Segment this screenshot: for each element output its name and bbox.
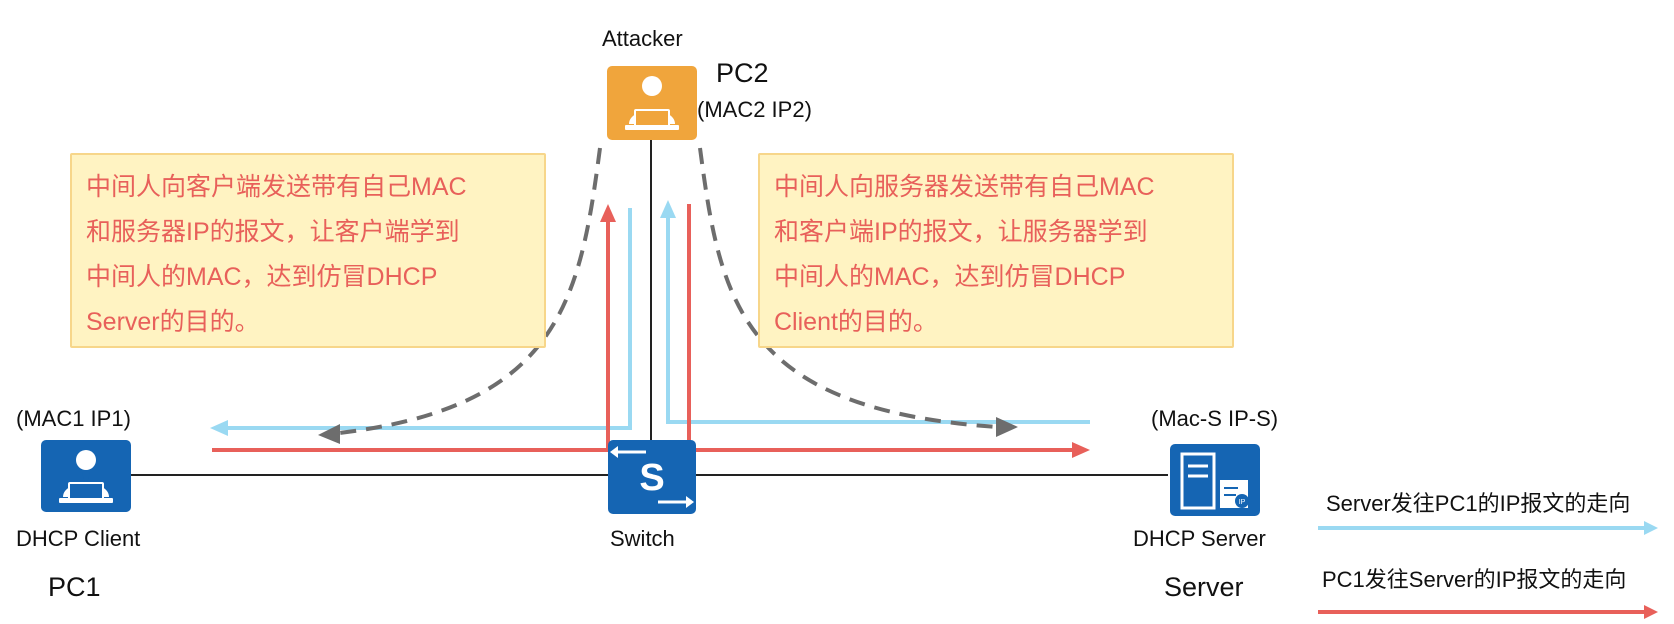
attacker-label: Attacker xyxy=(602,26,683,51)
note-left-line: 中间人向客户端发送带有自己MAC xyxy=(86,173,467,201)
server-icon: IP xyxy=(1170,444,1260,516)
pc2-label: PC2 xyxy=(716,58,769,88)
user-pc-icon xyxy=(41,440,131,512)
note-left: 中间人向客户端发送带有自己MAC 和服务器IP的报文，让客户端学到 中间人的MA… xyxy=(70,153,546,348)
note-left-line: 和服务器IP的报文，让客户端学到 xyxy=(86,218,460,246)
server-address: (Mac-S IP-S) xyxy=(1151,406,1279,431)
note-right-line: 和客户端IP的报文，让服务器学到 xyxy=(774,218,1148,246)
note-right-line: 中间人的MAC，达到仿冒DHCP xyxy=(774,263,1126,291)
pc1-label: PC1 xyxy=(48,572,101,602)
note-right-line: 中间人向服务器发送带有自己MAC xyxy=(774,173,1155,201)
legend-blue-label: Server发往PC1的IP报文的走向 xyxy=(1326,491,1631,516)
svg-text:S: S xyxy=(639,457,664,499)
pc1-role: DHCP Client xyxy=(16,526,141,551)
switch-icon: S xyxy=(608,440,696,514)
note-left-line: 中间人的MAC，达到仿冒DHCP xyxy=(86,263,438,291)
legend-red-label: PC1发往Server的IP报文的走向 xyxy=(1322,567,1627,592)
server-role: DHCP Server xyxy=(1133,526,1266,551)
attacker-pc-icon xyxy=(607,66,697,140)
pc1-address: (MAC1 IP1) xyxy=(16,406,131,431)
switch-label: Switch xyxy=(610,526,675,551)
note-left-line: Server的目的。 xyxy=(86,308,260,336)
note-right-line: Client的目的。 xyxy=(774,308,938,336)
svg-text:IP: IP xyxy=(1239,499,1246,506)
note-right: 中间人向服务器发送带有自己MAC 和客户端IP的报文，让服务器学到 中间人的MA… xyxy=(758,153,1234,348)
server-label: Server xyxy=(1164,572,1244,602)
pc2-address: (MAC2 IP2) xyxy=(697,97,812,122)
